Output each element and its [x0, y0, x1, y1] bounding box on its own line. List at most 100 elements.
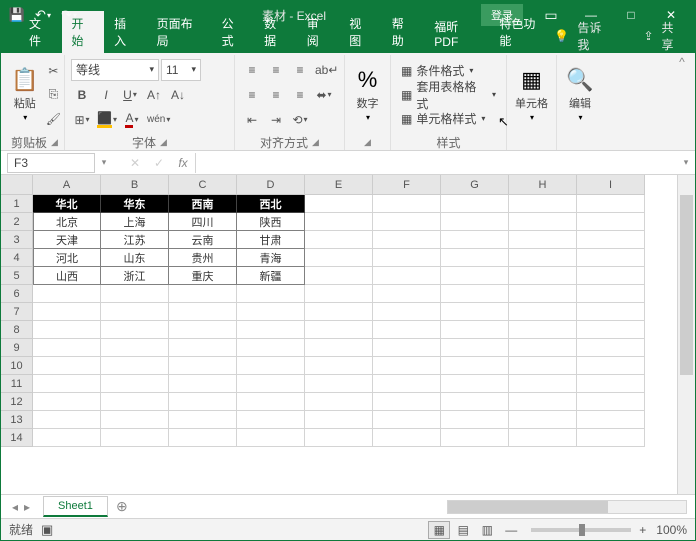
page-break-view-icon[interactable]: ▥ [476, 521, 498, 539]
cell[interactable] [305, 339, 373, 357]
cell[interactable] [509, 285, 577, 303]
cell[interactable] [237, 429, 305, 447]
font-name-combo[interactable]: 等线▾ [71, 59, 159, 81]
cell[interactable]: 山西 [33, 267, 101, 285]
row-header[interactable]: 2 [1, 213, 33, 231]
cell[interactable]: 重庆 [169, 267, 237, 285]
tab-review[interactable]: 审阅 [297, 11, 340, 53]
format-as-table-button[interactable]: ▦套用表格格式▾ [397, 84, 500, 106]
cell[interactable]: 上海 [101, 213, 169, 231]
cell[interactable]: 陕西 [237, 213, 305, 231]
cell[interactable] [441, 213, 509, 231]
cell[interactable] [509, 357, 577, 375]
merge-button[interactable]: ⬌▾ [313, 84, 335, 106]
vertical-scrollbar[interactable] [677, 175, 695, 494]
cell[interactable]: 河北 [33, 249, 101, 267]
fill-color-button[interactable]: ⬛▾ [95, 109, 119, 131]
col-header[interactable]: B [101, 175, 169, 195]
cell[interactable] [509, 393, 577, 411]
cell[interactable] [305, 285, 373, 303]
cell[interactable] [577, 357, 645, 375]
zoom-slider[interactable] [531, 528, 631, 532]
phonetic-button[interactable]: wén▾ [145, 109, 172, 131]
cell[interactable] [373, 321, 441, 339]
fx-icon[interactable]: fx [171, 153, 195, 173]
cell[interactable]: 甘肃 [237, 231, 305, 249]
cell[interactable] [305, 213, 373, 231]
font-size-combo[interactable]: 11▾ [161, 59, 201, 81]
cell[interactable] [305, 375, 373, 393]
cell[interactable] [305, 195, 373, 213]
grow-font-button[interactable]: A↑ [143, 84, 165, 106]
row-header[interactable]: 7 [1, 303, 33, 321]
cell[interactable]: 江苏 [101, 231, 169, 249]
col-header[interactable]: E [305, 175, 373, 195]
tab-view[interactable]: 视图 [339, 11, 382, 53]
cell[interactable]: 新疆 [237, 267, 305, 285]
cell[interactable] [373, 285, 441, 303]
cell[interactable] [441, 411, 509, 429]
cell[interactable] [373, 411, 441, 429]
sheet-nav-next-icon[interactable]: ▸ [24, 500, 30, 514]
cell[interactable] [33, 393, 101, 411]
tab-special[interactable]: 特色功能 [489, 11, 554, 53]
cell[interactable] [101, 339, 169, 357]
col-header[interactable]: D [237, 175, 305, 195]
row-header[interactable]: 13 [1, 411, 33, 429]
cell[interactable]: 山东 [101, 249, 169, 267]
dialog-launcher-icon[interactable]: ◢ [364, 137, 371, 148]
align-middle-icon[interactable]: ≡ [265, 59, 287, 81]
cell[interactable] [237, 321, 305, 339]
cell[interactable] [305, 303, 373, 321]
cell[interactable] [509, 213, 577, 231]
cell[interactable] [169, 393, 237, 411]
dialog-launcher-icon[interactable]: ◢ [160, 137, 167, 148]
name-box[interactable]: F3 [7, 153, 95, 173]
row-header[interactable]: 8 [1, 321, 33, 339]
editing-button[interactable]: 🔍 编辑 ▾ [563, 59, 597, 131]
cell[interactable] [305, 321, 373, 339]
cut-icon[interactable]: ✂ [42, 60, 64, 82]
cell[interactable] [305, 393, 373, 411]
cell[interactable] [577, 303, 645, 321]
cell[interactable] [441, 429, 509, 447]
cell[interactable] [169, 303, 237, 321]
col-header[interactable]: H [509, 175, 577, 195]
page-layout-view-icon[interactable]: ▤ [452, 521, 474, 539]
wrap-text-icon[interactable]: ab↵ [313, 59, 340, 81]
font-color-button[interactable]: A▾ [121, 109, 143, 131]
format-painter-icon[interactable]: 🖌 [42, 108, 64, 130]
cell[interactable]: 华东 [101, 195, 169, 213]
cell[interactable] [101, 285, 169, 303]
number-format-button[interactable]: % 数字 ▾ [351, 59, 384, 131]
decrease-indent-icon[interactable]: ⇤ [241, 109, 263, 131]
orientation-icon[interactable]: ⟲▾ [289, 109, 311, 131]
cell[interactable]: 西南 [169, 195, 237, 213]
cell[interactable] [441, 393, 509, 411]
align-right-icon[interactable]: ≡ [289, 84, 311, 106]
cell[interactable] [237, 339, 305, 357]
cell[interactable] [169, 429, 237, 447]
cell[interactable] [237, 411, 305, 429]
cell[interactable] [577, 393, 645, 411]
cell[interactable] [577, 375, 645, 393]
cell[interactable] [373, 231, 441, 249]
cell[interactable] [441, 267, 509, 285]
cell[interactable] [509, 249, 577, 267]
cell[interactable] [373, 249, 441, 267]
redo-icon[interactable]: ↷▾ [57, 3, 81, 27]
cell[interactable] [305, 429, 373, 447]
paste-button[interactable]: 📋 粘贴 ▾ [11, 59, 38, 131]
cell[interactable] [101, 393, 169, 411]
cell[interactable] [237, 285, 305, 303]
cell[interactable] [33, 375, 101, 393]
cell[interactable] [33, 321, 101, 339]
underline-button[interactable]: U▾ [119, 84, 141, 106]
cell[interactable] [169, 357, 237, 375]
cell[interactable] [577, 429, 645, 447]
row-header[interactable]: 4 [1, 249, 33, 267]
cell[interactable] [237, 393, 305, 411]
cell[interactable] [577, 231, 645, 249]
cell[interactable] [305, 231, 373, 249]
share-button[interactable]: 共享 [662, 19, 683, 53]
